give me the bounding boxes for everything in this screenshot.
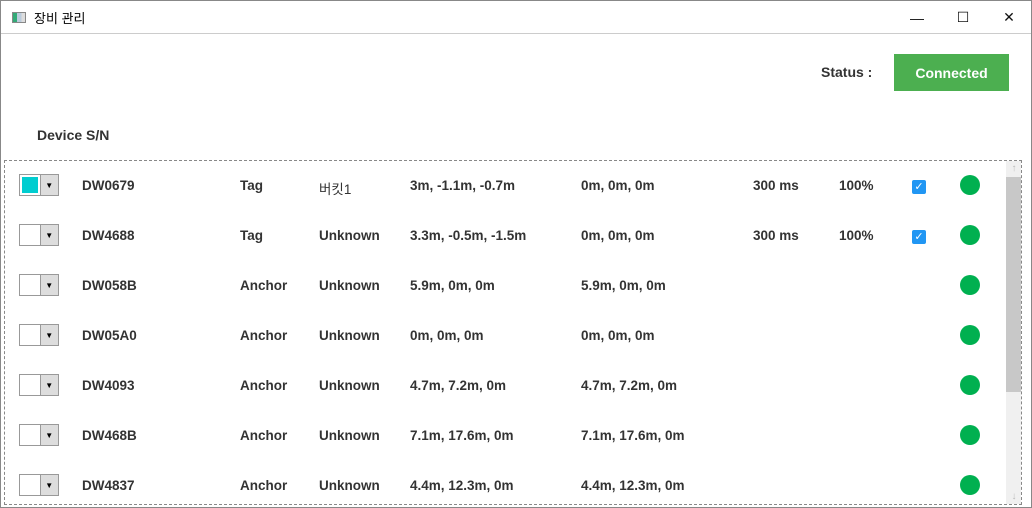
device-position: 3m, -1.1m, -0.7m	[410, 178, 516, 193]
device-position-2: 0m, 0m, 0m	[581, 178, 655, 193]
scrollbar-thumb[interactable]	[1006, 177, 1021, 392]
battery-percent: 100%	[839, 228, 874, 243]
status-indicator	[960, 325, 980, 345]
status-indicator	[960, 275, 980, 295]
device-position: 4.7m, 7.2m, 0m	[410, 378, 507, 393]
enable-checkbox[interactable]: ✓	[912, 230, 926, 244]
update-rate: 300 ms	[753, 178, 799, 193]
device-position-2: 4.4m, 12.3m, 0m	[581, 478, 685, 493]
vertical-scrollbar[interactable]: ↑ ↓	[1006, 161, 1021, 504]
device-list: ▼ DW0679 Tag 버킷1 3m, -1.1m, -0.7m 0m, 0m…	[4, 160, 1022, 505]
device-position-2: 4.7m, 7.2m, 0m	[581, 378, 678, 393]
title-bar: 장비 관리 — ☐ ✕	[1, 1, 1031, 34]
chevron-down-icon[interactable]: ▼	[39, 225, 58, 245]
device-position: 3.3m, -0.5m, -1.5m	[410, 228, 527, 243]
device-type: Anchor	[240, 478, 288, 493]
device-position-2: 0m, 0m, 0m	[581, 228, 655, 243]
color-picker[interactable]: ▼	[19, 174, 59, 196]
device-name: 버킷1	[319, 182, 352, 197]
status-indicator	[960, 475, 980, 495]
color-swatch	[20, 225, 40, 245]
device-sn: DW058B	[82, 278, 137, 293]
status-indicator	[960, 375, 980, 395]
device-position: 0m, 0m, 0m	[410, 328, 484, 343]
device-name: Unknown	[319, 228, 380, 243]
device-name: Unknown	[319, 328, 380, 343]
device-position: 5.9m, 0m, 0m	[410, 278, 495, 293]
color-swatch	[20, 375, 40, 395]
status-indicator	[960, 175, 980, 195]
battery-percent: 100%	[839, 178, 874, 193]
color-picker[interactable]: ▼	[19, 224, 59, 246]
device-row[interactable]: ▼ DW4093 Anchor Unknown 4.7m, 7.2m, 0m 4…	[5, 361, 1005, 411]
close-button[interactable]: ✕	[986, 1, 1032, 34]
minimize-button[interactable]: —	[894, 1, 940, 34]
device-row[interactable]: ▼ DW4837 Anchor Unknown 4.4m, 12.3m, 0m …	[5, 461, 1005, 504]
device-name: Unknown	[319, 278, 380, 293]
device-row[interactable]: ▼ DW0679 Tag 버킷1 3m, -1.1m, -0.7m 0m, 0m…	[5, 161, 1005, 211]
color-picker[interactable]: ▼	[19, 324, 59, 346]
chevron-down-icon[interactable]: ▼	[39, 175, 58, 195]
device-sn: DW468B	[82, 428, 137, 443]
chevron-down-icon[interactable]: ▼	[39, 275, 58, 295]
device-type: Tag	[240, 228, 263, 243]
color-picker[interactable]: ▼	[19, 374, 59, 396]
device-sn-header: Device S/N	[37, 127, 110, 143]
color-swatch	[20, 475, 40, 495]
device-type: Anchor	[240, 278, 288, 293]
device-sn: DW4093	[82, 378, 135, 393]
chevron-down-icon[interactable]: ▼	[39, 475, 58, 495]
app-icon	[12, 11, 26, 23]
device-position-2: 0m, 0m, 0m	[581, 328, 655, 343]
connection-status-button[interactable]: Connected	[894, 54, 1009, 91]
device-position-2: 5.9m, 0m, 0m	[581, 278, 666, 293]
update-rate: 300 ms	[753, 228, 799, 243]
scroll-up-icon[interactable]: ↑	[1006, 161, 1021, 176]
device-type: Anchor	[240, 328, 288, 343]
device-type: Tag	[240, 178, 263, 193]
device-name: Unknown	[319, 378, 380, 393]
device-type: Anchor	[240, 378, 288, 393]
status-label: Status :	[821, 64, 873, 80]
chevron-down-icon[interactable]: ▼	[39, 425, 58, 445]
device-row[interactable]: ▼ DW05A0 Anchor Unknown 0m, 0m, 0m 0m, 0…	[5, 311, 1005, 361]
status-indicator	[960, 425, 980, 445]
device-type: Anchor	[240, 428, 288, 443]
color-swatch	[20, 175, 40, 195]
device-sn: DW05A0	[82, 328, 137, 343]
color-swatch	[20, 425, 40, 445]
status-indicator	[960, 225, 980, 245]
device-sn: DW0679	[82, 178, 135, 193]
device-name: Unknown	[319, 428, 380, 443]
enable-checkbox[interactable]: ✓	[912, 180, 926, 194]
device-row[interactable]: ▼ DW4688 Tag Unknown 3.3m, -0.5m, -1.5m …	[5, 211, 1005, 261]
device-position: 4.4m, 12.3m, 0m	[410, 478, 514, 493]
color-swatch	[20, 325, 40, 345]
device-position: 7.1m, 17.6m, 0m	[410, 428, 514, 443]
color-picker[interactable]: ▼	[19, 424, 59, 446]
chevron-down-icon[interactable]: ▼	[39, 375, 58, 395]
device-row[interactable]: ▼ DW468B Anchor Unknown 7.1m, 17.6m, 0m …	[5, 411, 1005, 461]
device-row[interactable]: ▼ DW058B Anchor Unknown 5.9m, 0m, 0m 5.9…	[5, 261, 1005, 311]
device-name: Unknown	[319, 478, 380, 493]
device-position-2: 7.1m, 17.6m, 0m	[581, 428, 685, 443]
chevron-down-icon[interactable]: ▼	[39, 325, 58, 345]
color-picker[interactable]: ▼	[19, 274, 59, 296]
maximize-button[interactable]: ☐	[940, 1, 986, 34]
color-swatch	[20, 275, 40, 295]
scroll-down-icon[interactable]: ↓	[1006, 489, 1021, 504]
device-sn: DW4688	[82, 228, 135, 243]
device-sn: DW4837	[82, 478, 135, 493]
color-picker[interactable]: ▼	[19, 474, 59, 496]
window-title: 장비 관리	[34, 10, 86, 26]
